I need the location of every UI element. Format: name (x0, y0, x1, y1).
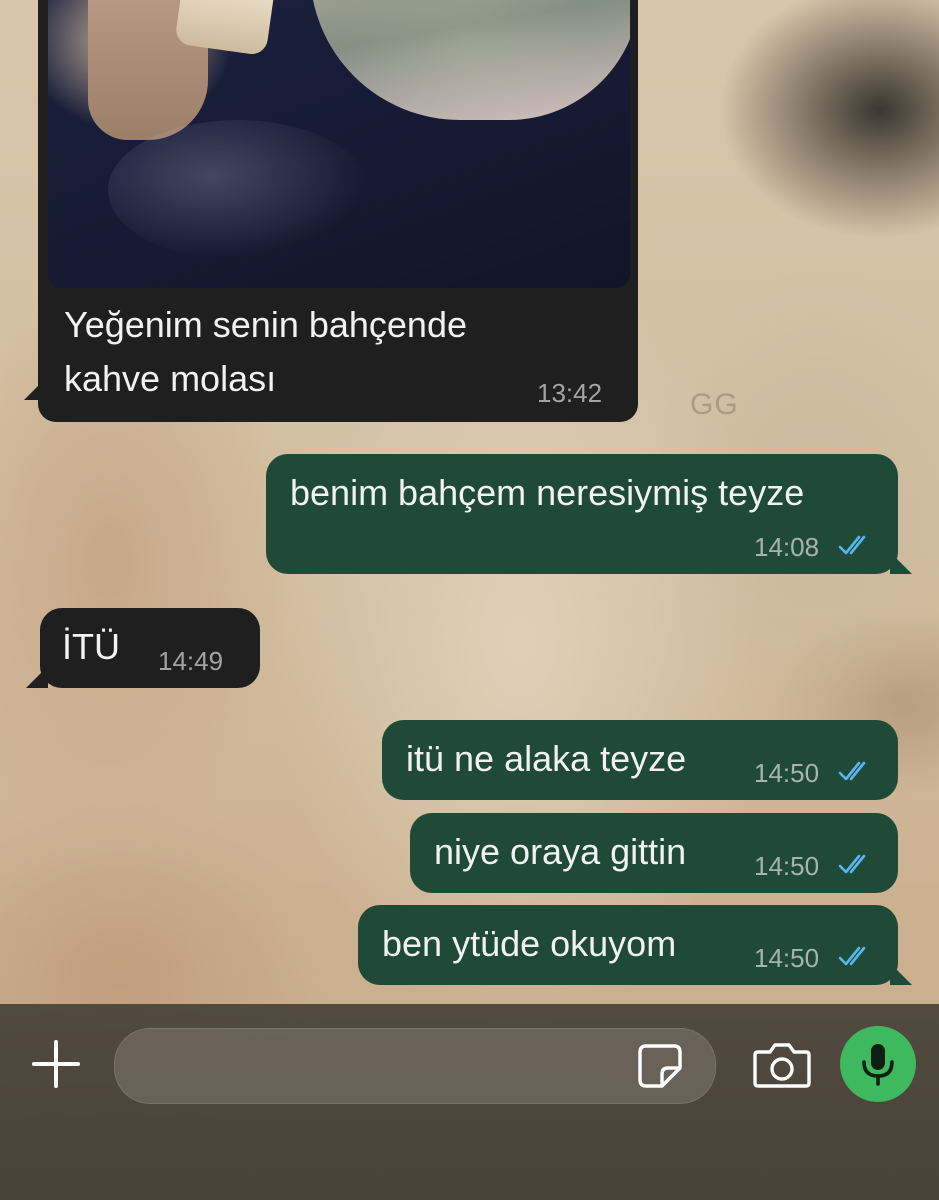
wallpaper-mark: GG (690, 388, 739, 421)
message-time: 14:49 (158, 646, 224, 676)
message-text: niye oraya gittin (434, 831, 687, 872)
plus-icon[interactable] (28, 1036, 84, 1092)
message-text-line: Yeğenim senin bahçende (64, 304, 467, 345)
message-text-line: kahve molası (64, 358, 277, 399)
sticker-icon[interactable] (636, 1042, 684, 1090)
photo-embroidery (108, 120, 368, 260)
read-receipt-icon (838, 535, 866, 555)
read-receipt-icon (838, 946, 866, 966)
message-time: 14:50 (754, 943, 820, 973)
read-receipt-icon (838, 854, 866, 874)
message-time: 14:50 (754, 758, 820, 788)
microphone-icon (862, 1044, 894, 1086)
outgoing-message[interactable]: ben ytüde okuyom 14:50 (358, 905, 912, 985)
outgoing-message[interactable]: benim bahçem neresiymiş teyze 14:08 (266, 454, 912, 574)
message-text: ben ytüde okuyom (382, 923, 677, 964)
shared-photo[interactable] (48, 0, 630, 288)
microphone-button[interactable] (840, 1026, 916, 1102)
message-text: itü ne alaka teyze (406, 738, 687, 779)
message-time: 13:42 (537, 378, 603, 408)
message-time: 14:50 (754, 851, 820, 881)
outgoing-message[interactable]: itü ne alaka teyze 14:50 (382, 720, 898, 800)
read-receipt-icon (838, 761, 866, 781)
message-time: 14:08 (754, 532, 820, 562)
message-text: İTÜ (62, 626, 120, 667)
message-input[interactable] (114, 1028, 716, 1104)
outgoing-message[interactable]: niye oraya gittin 14:50 (410, 813, 898, 893)
message-text: benim bahçem neresiymiş teyze (290, 472, 805, 513)
incoming-message[interactable]: İTÜ 14:49 (26, 608, 260, 688)
photo-scarf (310, 0, 630, 120)
camera-icon[interactable] (752, 1040, 812, 1090)
